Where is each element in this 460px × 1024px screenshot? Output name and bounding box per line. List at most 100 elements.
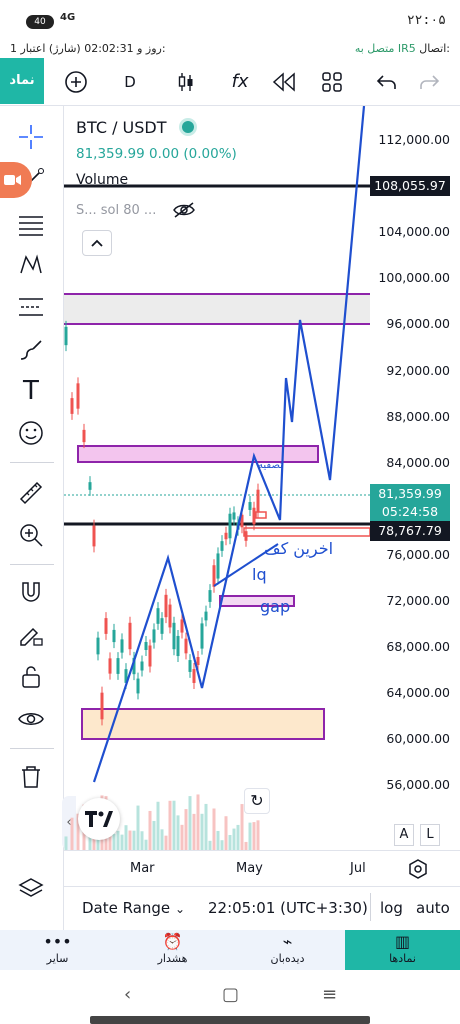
volume-bar <box>128 830 132 850</box>
recents-icon[interactable]: ≡ <box>322 984 337 1005</box>
undo-icon[interactable] <box>370 66 402 98</box>
price-label: 88,000.00 <box>386 408 450 424</box>
volume-bar <box>236 824 240 850</box>
volume-bar <box>172 800 176 850</box>
nav-more[interactable]: ••• سایر <box>0 930 115 970</box>
lower-line-tag: 78,767.79 <box>370 521 450 541</box>
candle <box>128 622 132 650</box>
volume-bar <box>252 822 256 850</box>
text-tool-icon[interactable]: T <box>14 374 48 408</box>
tradingview-logo[interactable] <box>78 798 120 840</box>
unlock-icon[interactable] <box>14 660 48 694</box>
volume-bar <box>156 801 160 850</box>
reset-chart-icon[interactable]: ↻ <box>244 788 270 814</box>
price-label: 56,000.00 <box>386 777 450 793</box>
volume-legend[interactable]: Volume <box>76 172 128 188</box>
zoom-in-icon[interactable] <box>14 518 48 552</box>
candle <box>96 637 100 655</box>
date-range-button[interactable]: Date Range ⌄ <box>82 899 185 917</box>
chevron-down-icon: ⌄ <box>174 902 186 916</box>
top-toolbar: نماد D fx <box>0 58 460 106</box>
trash-icon[interactable] <box>14 760 48 794</box>
time-label-jul: Jul <box>350 861 366 876</box>
nav-label: سایر <box>46 952 69 965</box>
volume-bar <box>256 820 260 850</box>
add-symbol-icon[interactable] <box>60 66 92 98</box>
log-scale-button[interactable]: L <box>420 824 440 846</box>
volume-bar <box>120 834 124 850</box>
divider <box>10 564 54 565</box>
fib-tool-icon[interactable] <box>14 208 48 242</box>
brush-icon[interactable] <box>14 334 48 368</box>
candle <box>144 642 148 650</box>
candle <box>156 608 160 624</box>
candle <box>224 532 228 540</box>
price-label: 72,000.00 <box>386 593 450 608</box>
chart-legend: BTC / USDT 81,359.99 0.00 (0.00%) <box>76 118 237 162</box>
home-icon[interactable]: ▢ <box>222 984 239 1005</box>
nav-label: نمادها <box>389 952 416 965</box>
candle <box>112 629 116 643</box>
layout-grid-icon[interactable] <box>316 66 348 98</box>
price-label: 112,000.00 <box>378 132 450 147</box>
nav-alerts[interactable]: ⏰ هشدار <box>115 930 230 970</box>
volume-bar <box>184 809 188 850</box>
home-indicator <box>90 1016 370 1024</box>
eye-icon[interactable] <box>14 702 48 736</box>
back-icon[interactable]: ‹ <box>124 984 131 1005</box>
price-label: 84,000.00 <box>386 454 450 470</box>
annotation-last-bottom: اخرین کف <box>264 539 333 559</box>
ruler-icon[interactable] <box>14 476 48 510</box>
emoji-icon[interactable] <box>14 416 48 450</box>
connection-info: متصل به IR5 اتصال: <box>355 42 450 55</box>
crosshair-icon[interactable] <box>14 120 48 154</box>
volume-bar <box>180 824 184 850</box>
candle <box>256 489 260 513</box>
candle <box>140 661 144 671</box>
interval-button[interactable]: D <box>114 66 146 98</box>
volume-bar <box>244 841 248 850</box>
candle-type-icon[interactable] <box>170 66 202 98</box>
collapse-legend-button[interactable] <box>82 230 112 256</box>
volume-bar <box>70 817 74 850</box>
price-label: 64,000.00 <box>386 685 450 701</box>
layers-icon[interactable] <box>14 872 48 906</box>
candle <box>200 623 204 649</box>
indicators-icon[interactable]: fx <box>224 66 256 98</box>
divider <box>10 462 54 463</box>
redo-icon[interactable] <box>414 66 446 98</box>
chart-bottom-bar: Date Range ⌄ 22:05:01 (UTC+3:30) log aut… <box>64 886 460 930</box>
log-toggle[interactable]: log <box>380 899 403 917</box>
chart-settings-icon[interactable] <box>408 859 428 883</box>
magnet-icon[interactable] <box>14 576 48 610</box>
candle <box>152 629 156 643</box>
nav-label: دیده‌بان <box>270 952 305 965</box>
symbol-title[interactable]: BTC / USDT <box>76 118 167 137</box>
price-label: 104,000.00 <box>378 224 450 240</box>
time-axis[interactable]: Mar May Jul <box>64 850 460 886</box>
auto-scale-button[interactable]: A <box>394 824 414 846</box>
study-legend[interactable]: S... sol 80 ... <box>76 203 156 218</box>
alarm-icon: ⏰ <box>162 932 183 951</box>
volume-bar <box>136 805 140 850</box>
time-zone-clock[interactable]: 22:05:01 (UTC+3:30) <box>208 899 368 917</box>
candle <box>88 482 92 490</box>
nav-symbols[interactable]: ▥ نمادها <box>345 930 460 970</box>
auto-toggle[interactable]: auto <box>416 899 450 917</box>
prediction-tool-icon[interactable] <box>14 290 48 324</box>
replay-icon[interactable] <box>268 66 300 98</box>
candle <box>252 507 256 525</box>
price-label: 96,000.00 <box>386 316 450 332</box>
bottom-nav: ••• سایر ⏰ هشدار ⌁ دیده‌بان ▥ نمادها <box>0 930 460 970</box>
hide-study-icon[interactable] <box>172 201 196 223</box>
pattern-tool-icon[interactable] <box>14 248 48 282</box>
supply-zone <box>64 294 370 324</box>
nav-label: هشدار <box>157 952 188 965</box>
volume-bar <box>212 808 216 850</box>
more-icon: ••• <box>43 932 72 951</box>
price-label: 100,000.00 <box>378 270 450 286</box>
lock-drawings-icon[interactable] <box>14 618 48 652</box>
nav-watchlist[interactable]: ⌁ دیده‌بان <box>230 930 345 970</box>
price-axis[interactable]: 112,000.00108,000.00104,000.00100,000.00… <box>370 106 460 850</box>
symbol-button[interactable]: نماد <box>0 58 44 104</box>
